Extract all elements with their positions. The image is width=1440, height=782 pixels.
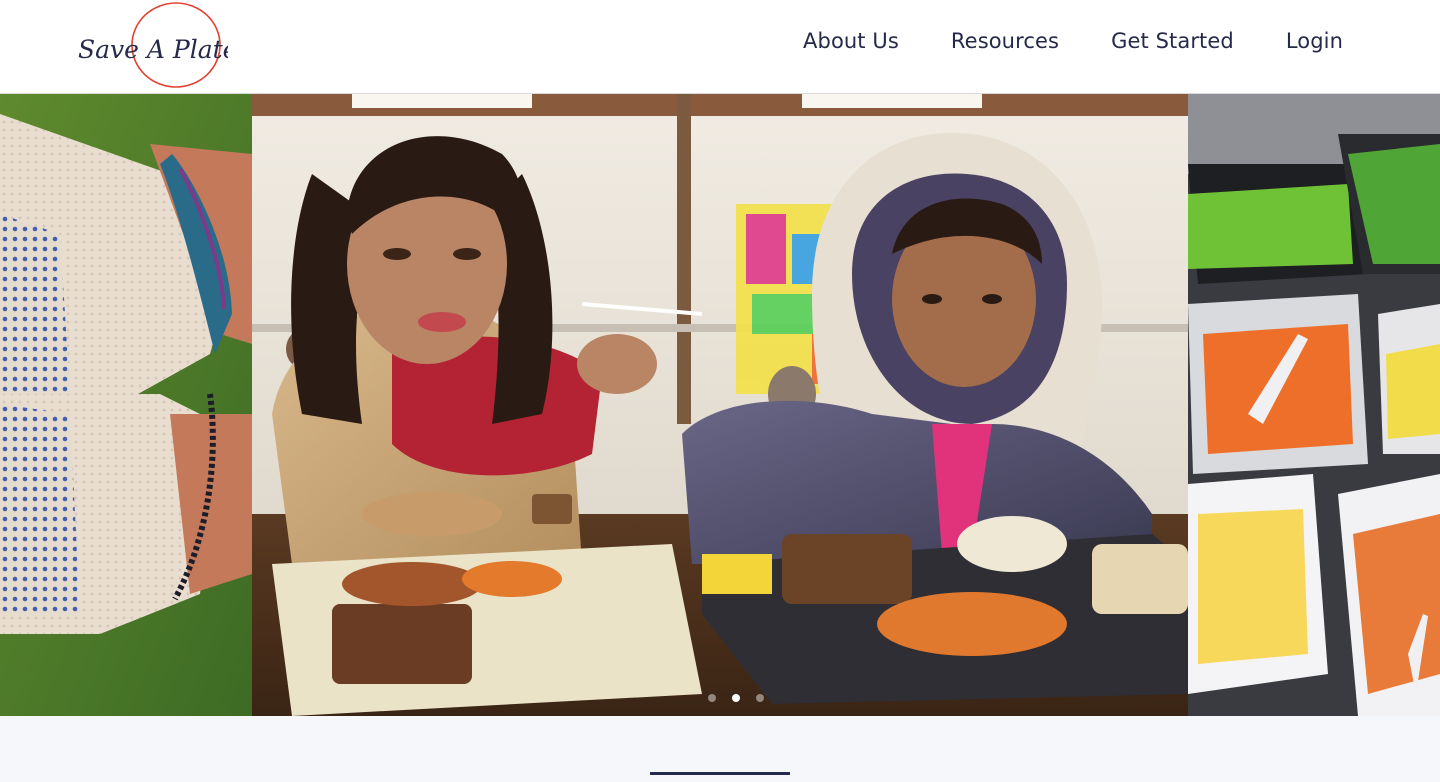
intro-section	[0, 716, 1440, 782]
gloves-photo	[0, 94, 252, 716]
carousel-dot-1[interactable]	[708, 694, 716, 702]
carousel-dots	[708, 694, 764, 702]
hero-carousel[interactable]	[0, 94, 1440, 716]
main-nav: About Us Resources Get Started Login	[803, 28, 1343, 54]
site-header: Save A Plate About Us Resources Get Star…	[0, 0, 1440, 94]
nav-login[interactable]: Login	[1286, 28, 1343, 54]
carousel-slide-next[interactable]	[1188, 94, 1440, 716]
carousel-slide-active[interactable]	[252, 94, 1188, 716]
carousel-dot-3[interactable]	[756, 694, 764, 702]
nav-resources[interactable]: Resources	[951, 28, 1059, 54]
family-meal-photo	[252, 94, 1188, 716]
carousel-dot-2[interactable]	[732, 694, 740, 702]
save-a-plate-logo: Save A Plate	[78, 2, 237, 88]
buffet-photo	[1188, 94, 1440, 716]
section-divider	[650, 772, 790, 775]
logo[interactable]: Save A Plate	[76, 0, 237, 90]
logo-text: Save A Plate	[78, 35, 228, 64]
nav-get-started[interactable]: Get Started	[1111, 28, 1234, 54]
carousel-slide-prev[interactable]	[0, 94, 252, 716]
nav-about-us[interactable]: About Us	[803, 28, 899, 54]
